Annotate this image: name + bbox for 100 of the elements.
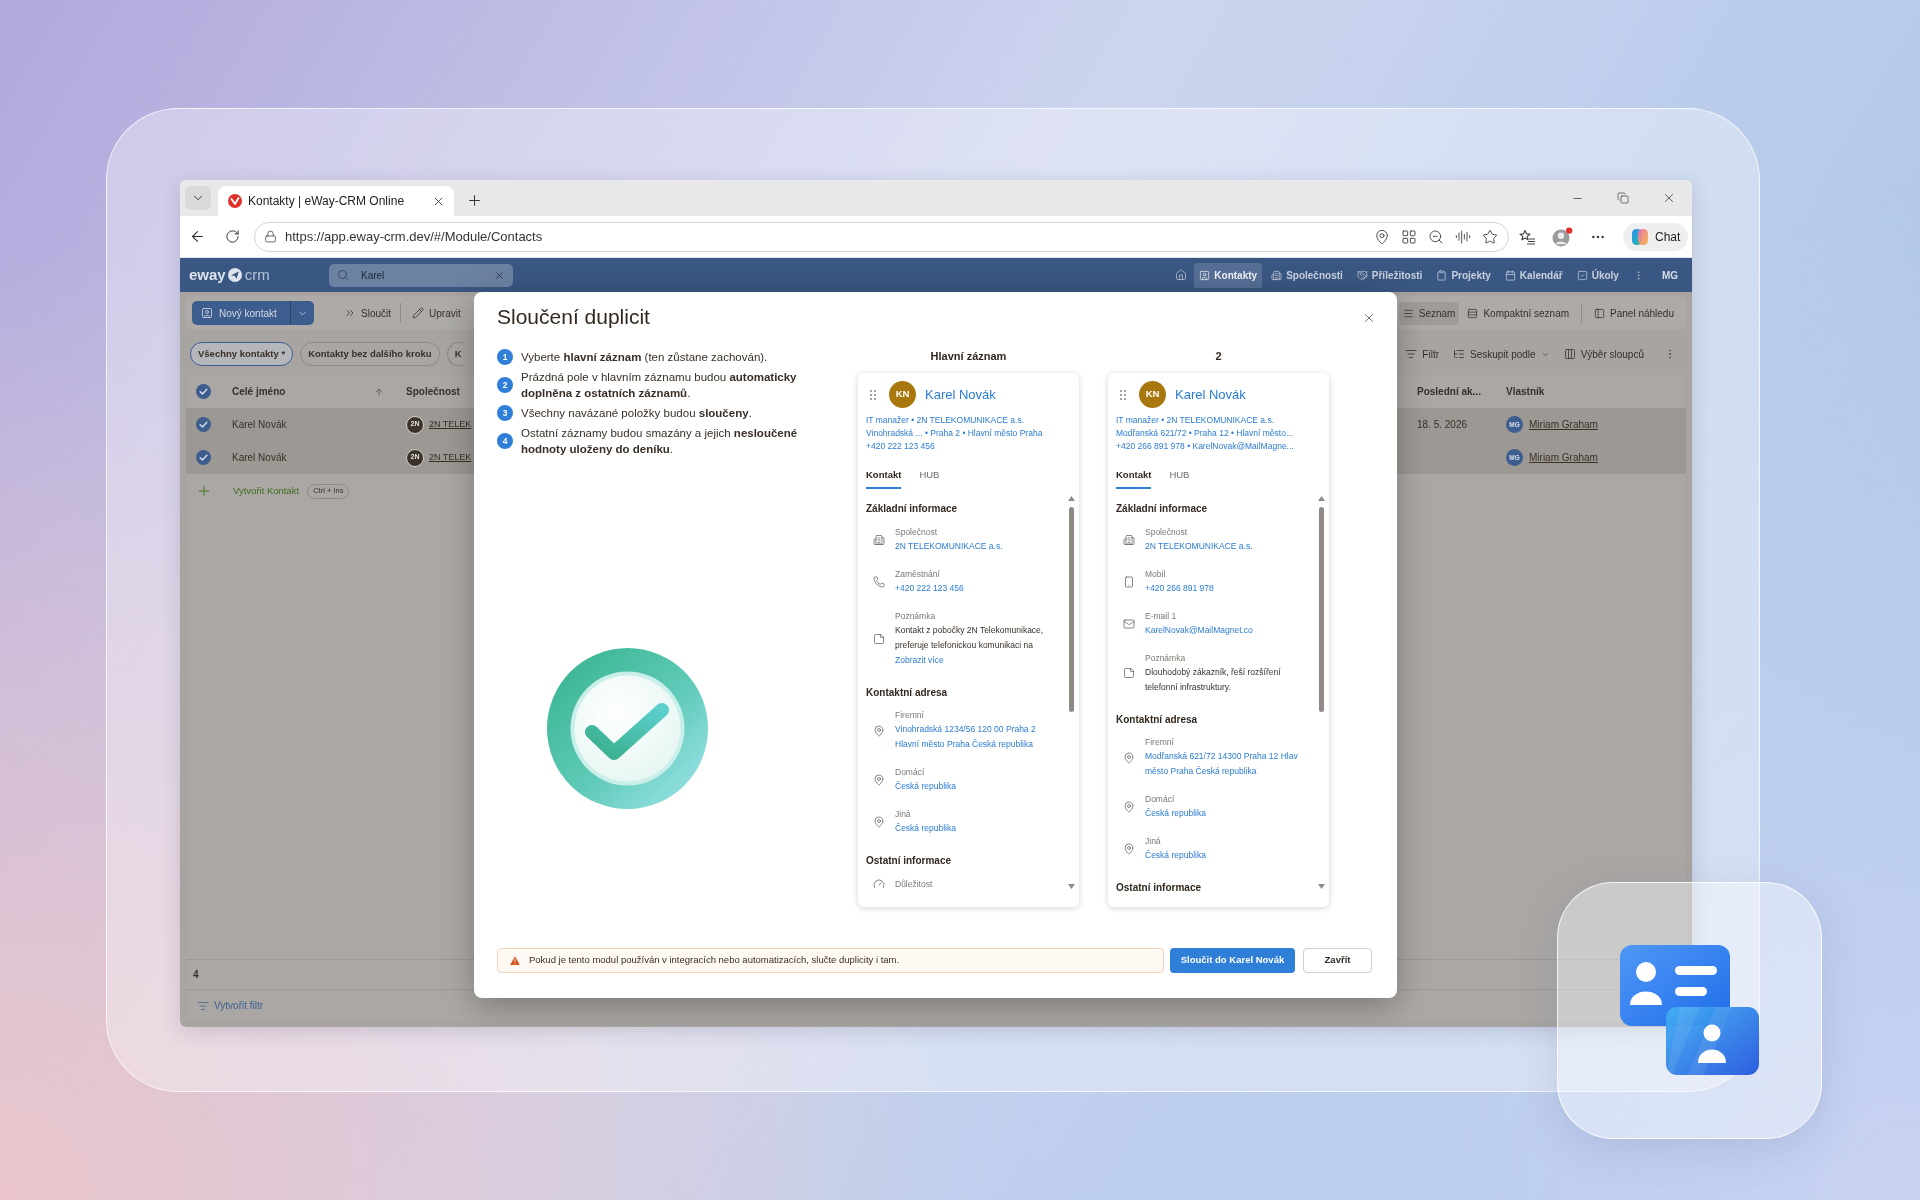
field-label: Společnost: [895, 525, 938, 539]
column-header[interactable]: Celé jméno: [232, 384, 286, 399]
row-checkbox[interactable]: [196, 450, 211, 465]
drag-handle-icon[interactable]: [1120, 389, 1126, 400]
map-pin-icon: [1123, 801, 1135, 813]
home-icon[interactable]: [1175, 269, 1188, 281]
columns-button[interactable]: Výběr sloupců: [1563, 343, 1644, 365]
star-list-icon[interactable]: [1518, 228, 1536, 245]
grid-icon[interactable]: [1401, 228, 1417, 245]
scroll-down-arrow-icon[interactable]: [1318, 884, 1325, 889]
warning-icon: [509, 954, 521, 967]
group-by-button[interactable]: Seskupit podle: [1453, 343, 1550, 365]
show-more-link[interactable]: Zobrazit více: [895, 652, 944, 668]
summary-line: Vinohradská ... • Praha 2 • Hlavní město Praha: [866, 427, 1043, 440]
filter-chip[interactable]: Všechny kontakty *: [190, 342, 294, 366]
field-value[interactable]: 2N TELEKOMUNIKACE a.s.: [895, 538, 1003, 554]
row-checkbox[interactable]: [196, 417, 211, 432]
chat-button[interactable]: Chat: [1623, 222, 1689, 251]
column-header[interactable]: Společnost: [406, 384, 460, 399]
card-tab[interactable]: Kontakt: [1116, 468, 1152, 489]
building-icon: [1123, 533, 1135, 546]
contact-name[interactable]: Karel Novák: [1175, 384, 1246, 405]
scroll-up-arrow-icon[interactable]: [1318, 496, 1325, 501]
step-number: 2: [497, 377, 513, 393]
restore-icon[interactable]: [1617, 192, 1629, 204]
field-label: Společnost: [1145, 525, 1188, 539]
phone-icon: [873, 575, 885, 588]
refresh-icon[interactable]: [224, 229, 240, 244]
company-link[interactable]: 2N TELEK: [429, 417, 472, 432]
field-value[interactable]: +420 222 123 456: [895, 580, 964, 596]
zoom-out-icon[interactable]: [1428, 228, 1444, 245]
success-check-icon: [547, 648, 708, 809]
dropdown-button[interactable]: [290, 301, 314, 325]
swirl-logo-icon: [1631, 227, 1649, 246]
field-value[interactable]: Česká republika: [895, 779, 956, 794]
close-button[interactable]: Zavřít: [1303, 948, 1372, 973]
building-icon: [1271, 269, 1283, 281]
column-header[interactable]: Poslední ak...: [1417, 384, 1506, 399]
close-icon[interactable]: [1362, 311, 1376, 325]
close-icon[interactable]: [1662, 191, 1676, 205]
create-filter-link[interactable]: Vytvořit filtr: [214, 998, 264, 1013]
user-initials[interactable]: MG: [1661, 267, 1678, 283]
table-cell-text: Karel Novák: [232, 418, 288, 432]
record-card[interactable]: [858, 373, 1079, 907]
clear-icon[interactable]: [494, 269, 505, 281]
star-icon[interactable]: [1482, 228, 1498, 245]
edit-button[interactable]: Upravit: [412, 301, 461, 325]
nav-tab[interactable]: Úkoly: [1571, 262, 1624, 288]
filter-button[interactable]: Filtr: [1405, 343, 1439, 365]
card-tab[interactable]: HUB: [919, 468, 940, 489]
filter-chip[interactable]: Kontakty bez dalšího kroku: [300, 342, 440, 366]
field-value[interactable]: Česká republika: [1145, 806, 1206, 821]
nav-tab[interactable]: Projekty: [1431, 262, 1496, 288]
card-tab[interactable]: HUB: [1169, 468, 1190, 489]
nav-tab[interactable]: Kalendář: [1499, 262, 1568, 288]
field-label: Poznámka: [1145, 651, 1186, 665]
nav-tab[interactable]: Společnosti: [1266, 262, 1348, 288]
record-count: 4: [193, 968, 199, 982]
new-contact-button[interactable]: Nový kontakt: [192, 301, 290, 325]
view-tab[interactable]: Seznam: [1398, 301, 1460, 325]
scroll-up-arrow-icon[interactable]: [1068, 496, 1075, 501]
field-value[interactable]: Modřanská 621/72 14300 Praha 12 Hlav město Praha Česká republika: [1145, 749, 1298, 779]
field-value[interactable]: KarelNovak@MailMagnet.co: [1145, 622, 1253, 638]
select-all-checkbox[interactable]: [196, 384, 211, 399]
browser-tab[interactable]: Kontakty | eWay-CRM Online: [218, 186, 454, 216]
merge-button[interactable]: Sloučit do Karel Novák: [1170, 948, 1295, 973]
view-tab[interactable]: Panel náhledu: [1590, 301, 1678, 325]
filter-icon: [1405, 348, 1418, 360]
address-field[interactable]: https://app.eway-crm.dev/#/Module/Contacts: [254, 221, 1509, 252]
profile-avatar-icon[interactable]: [1551, 226, 1573, 247]
nav-tab[interactable]: Příležitosti: [1351, 262, 1428, 288]
sticky-note-icon: [873, 632, 885, 645]
view-tab[interactable]: Kompaktní seznam: [1463, 301, 1574, 325]
map-pin-icon[interactable]: [1374, 228, 1390, 245]
search-field[interactable]: Karel: [329, 263, 513, 287]
drag-handle-icon[interactable]: [870, 389, 876, 400]
field-value[interactable]: Česká republika: [895, 821, 956, 836]
record-card[interactable]: [1108, 373, 1329, 907]
create-contact-link[interactable]: Vytvořit Kontakt: [233, 483, 300, 499]
field-value[interactable]: +420 266 891 978: [1145, 580, 1214, 596]
owner-link[interactable]: Miriam Graham: [1529, 450, 1598, 465]
field-value[interactable]: Česká republika: [1145, 848, 1206, 863]
scrollbar-thumb[interactable]: [1069, 507, 1074, 712]
filter-chip[interactable]: K: [446, 342, 463, 366]
nav-tab[interactable]: Kontakty: [1194, 262, 1263, 288]
audio-lines-icon[interactable]: [1455, 228, 1471, 245]
owner-link[interactable]: Miriam Graham: [1529, 417, 1598, 432]
step-text: Prázdná pole v hlavním záznamu budou automaticky doplněna z ostatních záznamů.: [521, 370, 798, 401]
column-header[interactable]: Vlastník: [1506, 384, 1606, 399]
merge-button[interactable]: Sloučit: [344, 301, 391, 325]
sticky-note-icon: [1123, 667, 1135, 679]
scroll-down-arrow-icon[interactable]: [1068, 884, 1075, 889]
card-tab[interactable]: Kontakt: [866, 468, 902, 489]
contact-name[interactable]: Karel Novák: [925, 384, 996, 405]
company-link[interactable]: 2N TELEK: [429, 450, 472, 465]
field-value[interactable]: Vinohradská 1234/56 120 00 Praha 2 Hlavní město Praha Česká republika: [895, 722, 1036, 752]
smartphone-icon: [1123, 575, 1135, 588]
field-value[interactable]: 2N TELEKOMUNIKACE a.s.: [1145, 538, 1253, 554]
scrollbar-thumb[interactable]: [1319, 507, 1324, 712]
contact-avatar: KN: [889, 381, 916, 408]
